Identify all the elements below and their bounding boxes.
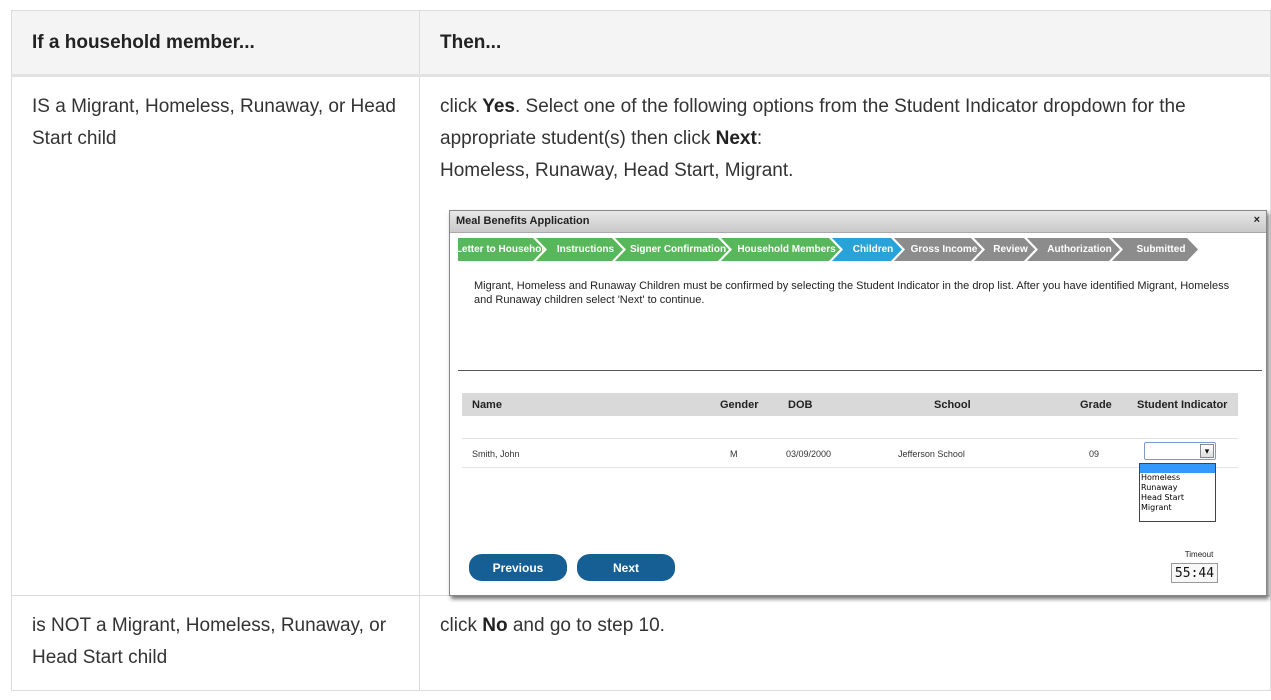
col-dob: DOB [788, 399, 813, 411]
table-row: Smith, John M 03/09/2000 Jefferson Schoo… [462, 438, 1238, 468]
yes-keyword: Yes [482, 96, 515, 117]
condition-cell: IS a Migrant, Homeless, Runaway, or Head… [11, 75, 420, 596]
col-student-indicator: Student Indicator [1137, 399, 1228, 411]
child-grade: 09 [1089, 449, 1100, 459]
step-household-members[interactable]: Household Members [721, 238, 840, 261]
student-indicator-select[interactable]: ▾ [1144, 442, 1216, 460]
option-blank[interactable] [1140, 464, 1215, 473]
divider [458, 370, 1262, 371]
previous-button[interactable]: Previous [469, 554, 567, 581]
instruction-message: Migrant, Homeless and Runaway Children m… [474, 280, 1230, 306]
col-grade: Grade [1080, 399, 1112, 411]
no-keyword: No [482, 615, 508, 636]
timeout-label: Timeout [1184, 550, 1214, 559]
col-gender: Gender [720, 399, 759, 411]
child-dob: 03/09/2000 [786, 449, 832, 459]
action-cell: click No and go to step 10. [419, 595, 1271, 691]
step-signer-confirmation[interactable]: Signer Confirmation [615, 238, 729, 261]
wizard-steps: Letter to Household Instructions Signer … [458, 238, 1262, 261]
student-indicator-options: Homeless Runaway Head Start Migrant [1139, 463, 1216, 522]
dialog-title-bar: Meal Benefits Application × [450, 211, 1266, 233]
step-authorization[interactable]: Authorization [1027, 238, 1120, 261]
action-text: . Select one of the following options fr… [440, 96, 1186, 149]
action-text: click [440, 96, 483, 117]
child-name: Smith, John [472, 449, 520, 459]
action-text: : [756, 128, 763, 149]
step-gross-income[interactable]: Gross Income [894, 238, 982, 261]
step-children[interactable]: Children [832, 238, 902, 261]
header-action: Then... [419, 10, 1271, 77]
option-list-text: Homeless, Runaway, Head Start, Migrant. [440, 160, 794, 181]
timeout-value: 55:44 [1171, 563, 1218, 583]
chevron-down-icon[interactable]: ▾ [1200, 444, 1214, 458]
child-school: Jefferson School [898, 449, 965, 459]
option-homeless[interactable]: Homeless [1140, 473, 1215, 483]
step-submitted[interactable]: Submitted [1112, 238, 1198, 261]
option-head-start[interactable]: Head Start [1140, 493, 1215, 503]
meal-benefits-screenshot: Meal Benefits Application × Letter to Ho… [449, 210, 1267, 596]
header-condition: If a household member... [11, 10, 420, 77]
children-grid-header: Name Gender DOB School Grade Student Ind… [462, 393, 1238, 416]
option-migrant[interactable]: Migrant [1140, 503, 1215, 513]
step-instructions[interactable]: Instructions [536, 238, 623, 261]
next-button[interactable]: Next [577, 554, 675, 581]
table-header-row: If a household member... Then... [11, 10, 1271, 77]
child-gender: M [730, 449, 738, 459]
dialog-title: Meal Benefits Application [456, 215, 590, 227]
col-name: Name [472, 399, 502, 411]
action-text: click [440, 615, 483, 636]
step-review[interactable]: Review [974, 238, 1035, 261]
condition-cell: is NOT a Migrant, Homeless, Runaway, or … [11, 595, 420, 691]
table-row: is NOT a Migrant, Homeless, Runaway, or … [11, 595, 1271, 691]
option-runaway[interactable]: Runaway [1140, 483, 1215, 493]
next-keyword: Next [715, 128, 757, 149]
col-school: School [934, 399, 971, 411]
action-text: and go to step 10. [507, 615, 665, 636]
step-letter-to-household[interactable]: Letter to Household [458, 238, 544, 261]
close-icon[interactable]: × [1254, 214, 1260, 226]
